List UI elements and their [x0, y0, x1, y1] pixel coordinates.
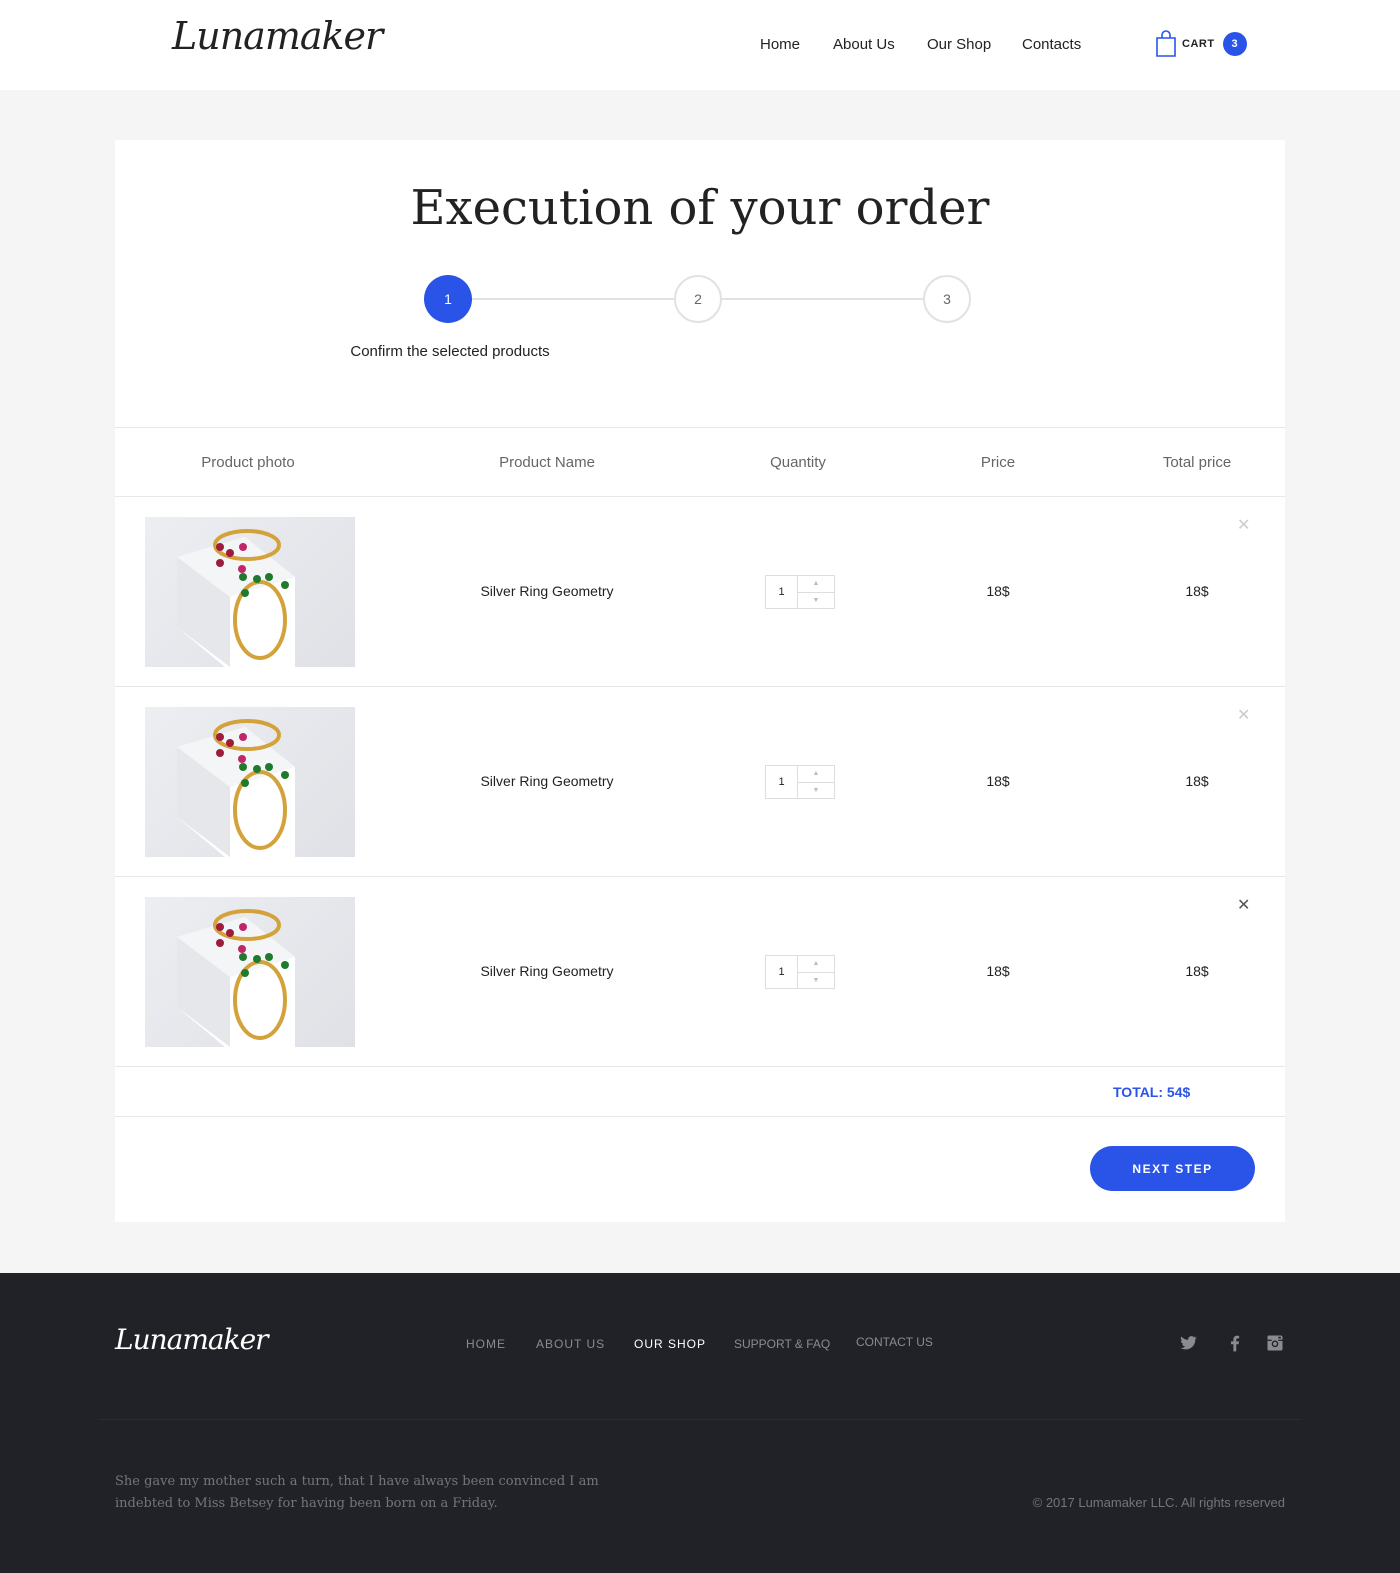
product-photo[interactable]: [145, 517, 355, 667]
remove-item-close-icon[interactable]: ✕: [1237, 515, 1250, 535]
site-footer: Lunamaker HOME ABOUT US OUR SHOP SUPPORT…: [0, 1273, 1400, 1573]
order-card: Execution of your order 1 2 3 Confirm th…: [115, 140, 1285, 1222]
footer-nav-our-shop[interactable]: OUR SHOP: [634, 1337, 706, 1351]
next-step-button[interactable]: NEXT STEP: [1090, 1146, 1255, 1191]
quantity-input[interactable]: 1: [766, 766, 798, 798]
footer-copyright: © 2017 Lumamaker LLC. All rights reserve…: [1032, 1495, 1285, 1510]
product-price: 18$: [986, 773, 1010, 789]
header-price: Price: [980, 454, 1016, 471]
footer-nav-home[interactable]: HOME: [466, 1337, 506, 1351]
nav-our-shop[interactable]: Our Shop: [927, 36, 991, 53]
product-photo[interactable]: [145, 897, 355, 1047]
quantity-stepper[interactable]: 1 ▲ ▼: [765, 765, 835, 799]
product-price: 18$: [986, 583, 1010, 599]
step-2[interactable]: 2: [674, 275, 722, 323]
cart-count-badge: 3: [1222, 32, 1247, 56]
quantity-input[interactable]: 1: [766, 576, 798, 608]
twitter-icon[interactable]: [1178, 1333, 1198, 1353]
quantity-arrows: ▲ ▼: [798, 766, 834, 798]
site-header: Lunamaker Home About Us Our Shop Contact…: [0, 0, 1400, 90]
site-logo[interactable]: Lunamaker: [172, 14, 383, 58]
total-row: TOTAL: 54$: [115, 1069, 1285, 1117]
step-1[interactable]: 1: [424, 275, 472, 323]
cart-button[interactable]: CART 3: [1155, 29, 1247, 59]
quantity-up-icon[interactable]: ▲: [798, 766, 834, 783]
quantity-stepper[interactable]: 1 ▲ ▼: [765, 575, 835, 609]
quantity-down-icon[interactable]: ▼: [798, 593, 834, 609]
shopping-bag-icon: [1156, 30, 1176, 57]
quantity-arrows: ▲ ▼: [798, 956, 834, 988]
header-total-price: Total price: [1162, 454, 1232, 471]
order-total: TOTAL: 54$: [1113, 1084, 1191, 1100]
table-row: Silver Ring Geometry 1 ▲ ▼ 18$ 18$ ✕: [115, 687, 1285, 877]
product-name[interactable]: Silver Ring Geometry: [447, 963, 647, 979]
quantity-input[interactable]: 1: [766, 956, 798, 988]
footer-divider: [100, 1419, 1300, 1420]
quantity-stepper[interactable]: 1 ▲ ▼: [765, 955, 835, 989]
ring-product-image: [177, 529, 295, 667]
product-total-price: 18$: [1185, 963, 1209, 979]
footer-nav-contact-us[interactable]: CONTACT US: [856, 1335, 933, 1349]
step-1-caption: Confirm the selected products: [350, 343, 550, 360]
header-product-name: Product Name: [499, 454, 595, 471]
product-name[interactable]: Silver Ring Geometry: [447, 583, 647, 599]
footer-nav-support-faq[interactable]: SUPPORT & FAQ: [734, 1337, 830, 1351]
ring-product-image: [177, 719, 295, 857]
step-3[interactable]: 3: [923, 275, 971, 323]
nav-contacts[interactable]: Contacts: [1022, 36, 1081, 53]
quantity-arrows: ▲ ▼: [798, 576, 834, 608]
table-row: Silver Ring Geometry 1 ▲ ▼ 18$ 18$ ✕: [115, 877, 1285, 1067]
cart-label: CART: [1182, 38, 1215, 50]
footer-nav-about-us[interactable]: ABOUT US: [536, 1337, 605, 1351]
instagram-icon[interactable]: [1265, 1333, 1285, 1353]
product-price: 18$: [986, 963, 1010, 979]
step-connector: [722, 298, 928, 300]
table-header: Product photo Product Name Quantity Pric…: [115, 427, 1285, 497]
page-title: Execution of your order: [410, 180, 990, 236]
footer-logo[interactable]: Lunamaker: [115, 1323, 269, 1356]
product-total-price: 18$: [1185, 583, 1209, 599]
quantity-down-icon[interactable]: ▼: [798, 973, 834, 989]
quantity-up-icon[interactable]: ▲: [798, 576, 834, 593]
quantity-up-icon[interactable]: ▲: [798, 956, 834, 973]
quantity-down-icon[interactable]: ▼: [798, 783, 834, 799]
nav-home[interactable]: Home: [760, 36, 800, 53]
ring-product-image: [177, 909, 295, 1047]
header-product-photo: Product photo: [201, 454, 295, 471]
nav-about-us[interactable]: About Us: [833, 36, 895, 53]
product-name[interactable]: Silver Ring Geometry: [447, 773, 647, 789]
facebook-icon[interactable]: [1225, 1333, 1245, 1353]
footer-quote: She gave my mother such a turn, that I h…: [115, 1474, 599, 1511]
remove-item-close-icon[interactable]: ✕: [1237, 895, 1250, 915]
step-connector: [472, 298, 678, 300]
header-quantity: Quantity: [770, 454, 826, 471]
remove-item-close-icon[interactable]: ✕: [1237, 705, 1250, 725]
product-photo[interactable]: [145, 707, 355, 857]
table-row: Silver Ring Geometry 1 ▲ ▼ 18$ 18$ ✕: [115, 497, 1285, 687]
product-total-price: 18$: [1185, 773, 1209, 789]
order-steps: 1 2 3 Confirm the selected products: [115, 275, 1285, 395]
